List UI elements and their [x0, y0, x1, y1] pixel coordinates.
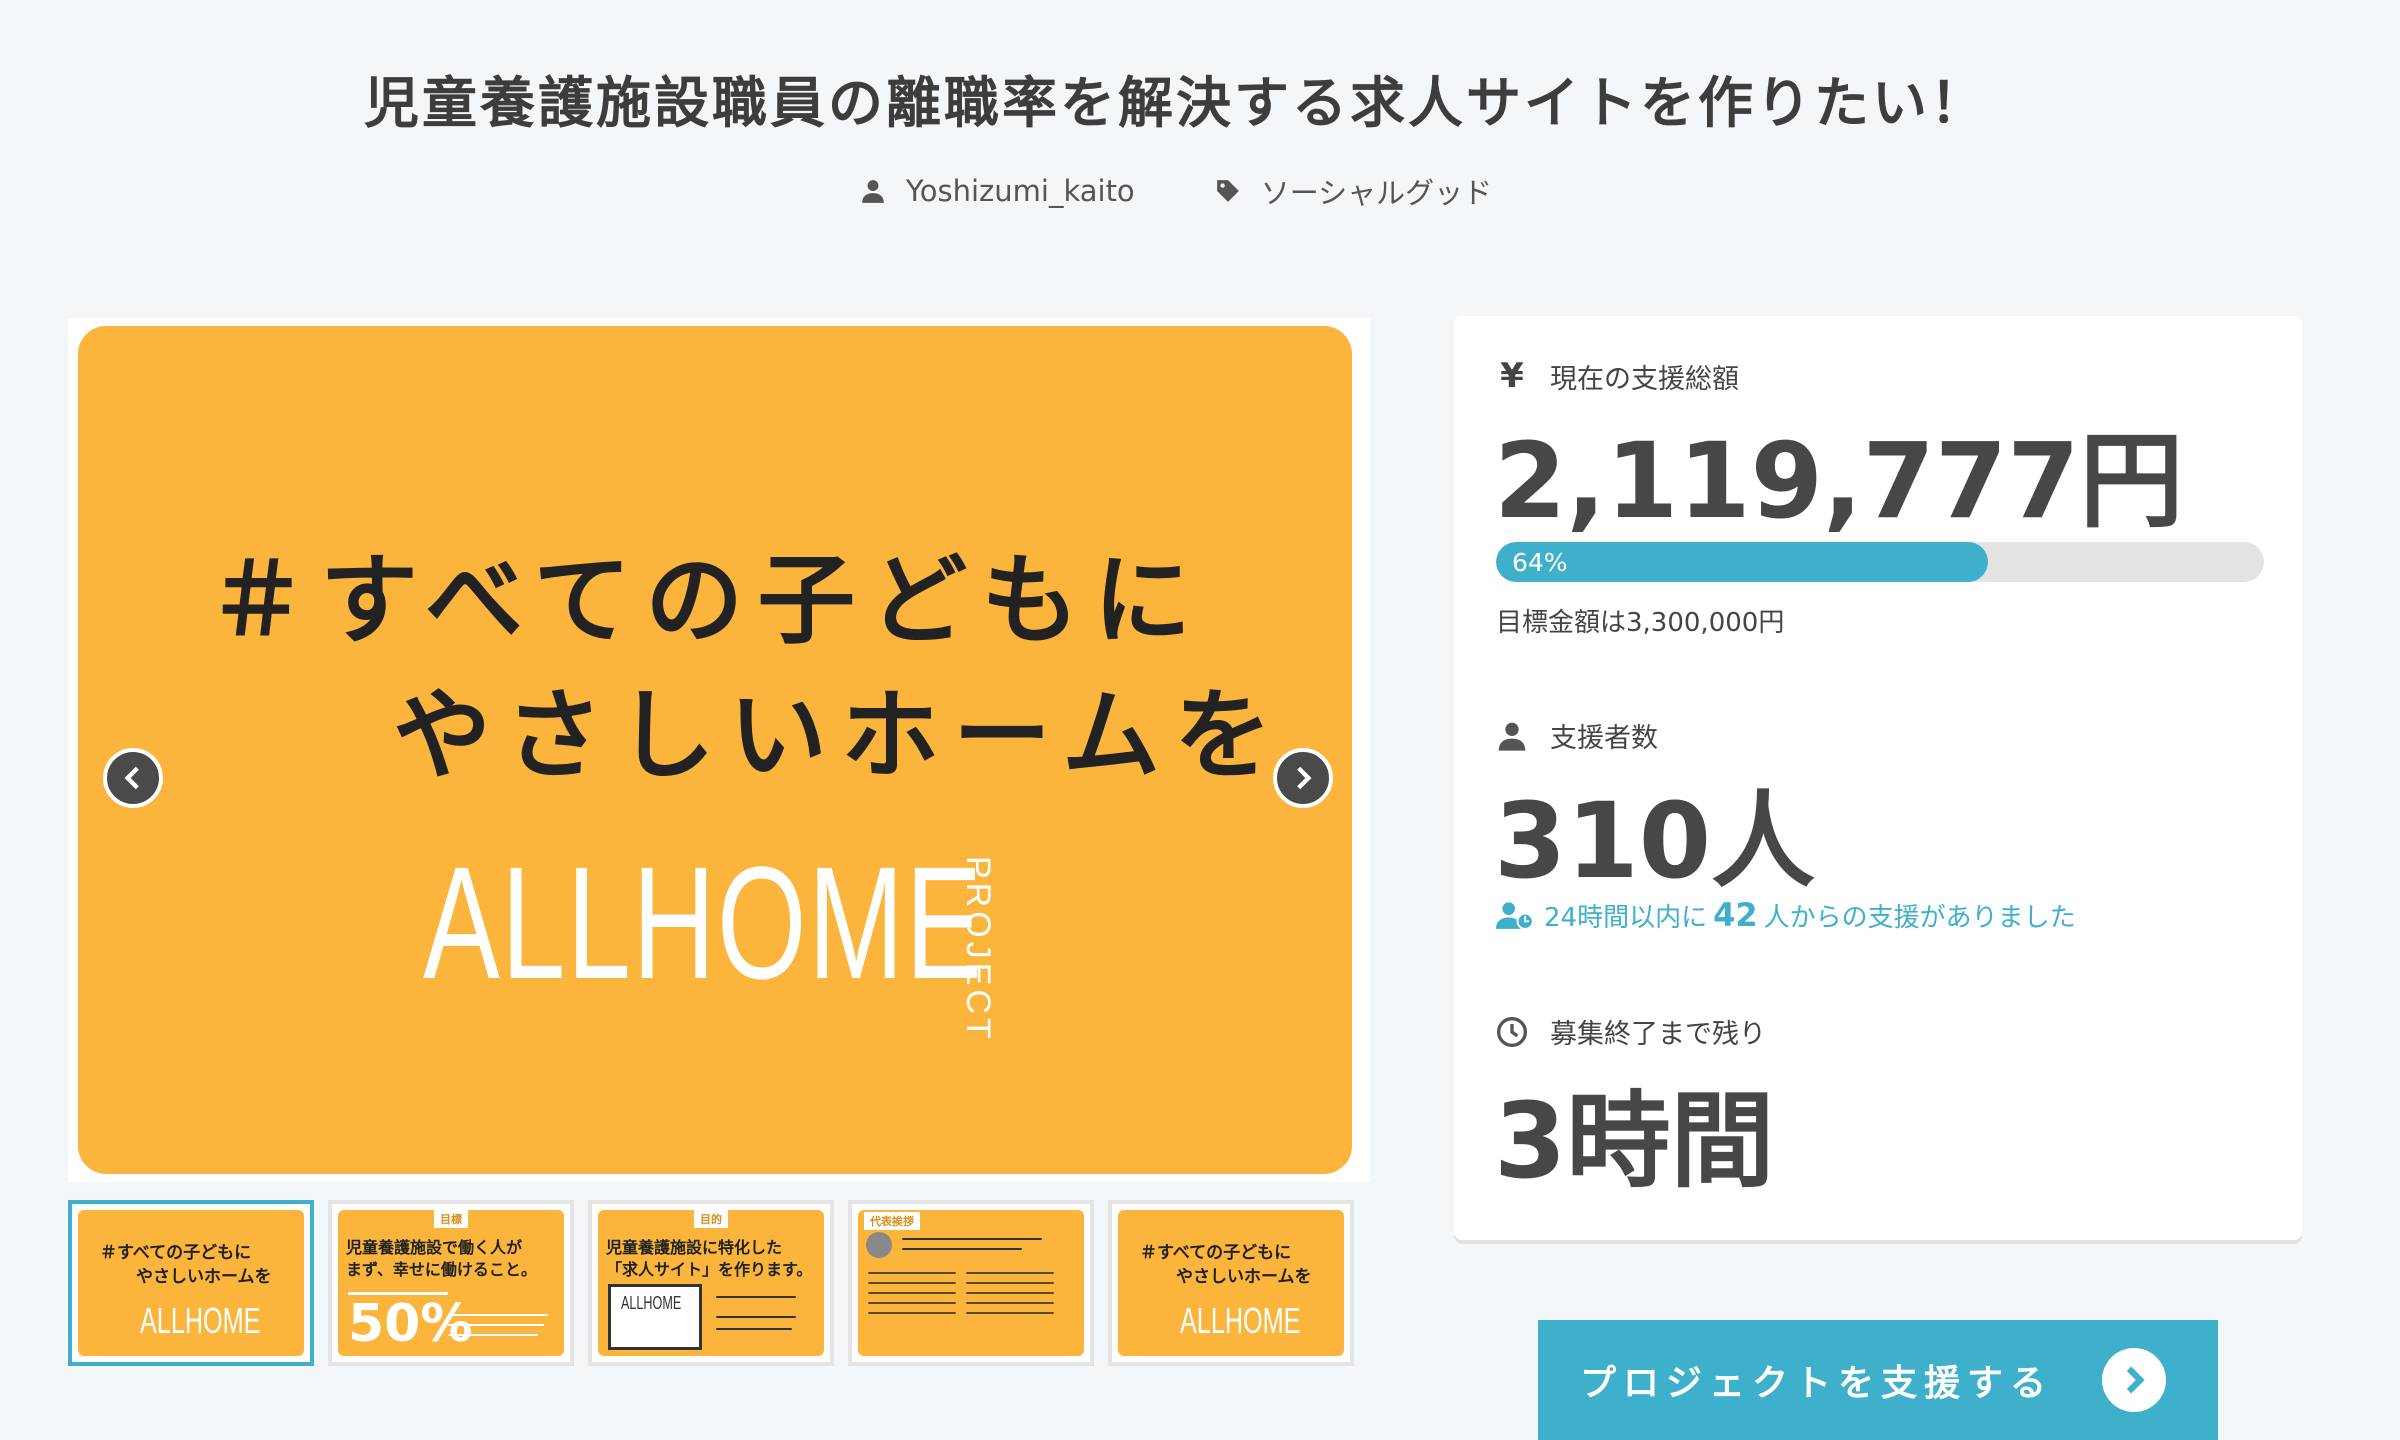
thumb-line-1: ＃すべての子どもに — [1140, 1243, 1292, 1263]
yen-icon: ¥ — [1500, 356, 1524, 396]
clock-icon — [1497, 1016, 1527, 1047]
next-slide-button[interactable] — [1273, 748, 1333, 808]
thumb-text-line — [716, 1296, 796, 1298]
allhome-logo: ALLHOME — [423, 833, 984, 1012]
remaining-label-row: 募集終了まで残り — [1496, 1012, 1766, 1051]
supporters-label-row: 支援者数 — [1496, 716, 1658, 755]
hero-slide: ＃すべての子どもに やさしいホームを ALLHOME PROJECT — [78, 326, 1352, 1174]
thumb-text-line — [966, 1292, 1054, 1294]
amount-label: 現在の支援総額 — [1550, 363, 1739, 395]
thumbnail-strip: ＃すべての子どもに やさしいホームを ALLHOME 目標 児童養護施設で働く人… — [68, 1200, 1354, 1366]
thumb-line-1: ＃すべての子どもに — [100, 1243, 252, 1263]
thumb-text-line — [868, 1302, 956, 1304]
recent-count: 42 — [1713, 896, 1758, 934]
thumb-logo: ALLHOME — [1180, 1300, 1301, 1341]
thumb-text-line — [448, 1314, 548, 1316]
author[interactable]: Yoshizumi_kaito — [860, 170, 1135, 212]
recent-suffix: 人からの支援がありました — [1763, 902, 2076, 933]
thumb-text-line — [868, 1312, 956, 1314]
thumbnail-5[interactable]: ＃すべての子どもに やさしいホームを ALLHOME — [1108, 1200, 1354, 1366]
amount-value: 2,119,777円 — [1494, 420, 2184, 542]
user-icon — [862, 180, 884, 203]
stats-panel: ¥ 現在の支援総額 2,119,777円 64% 目標金額は3,300,000円… — [1454, 316, 2302, 1240]
page-title: 児童養護施設職員の離職率を解決する求人サイトを作りたい！ — [363, 71, 1988, 135]
remaining-label: 募集終了まで残り — [1550, 1019, 1766, 1050]
progress-label: 64% — [1512, 547, 1568, 577]
hero-line-1: ＃すべての子どもに — [208, 544, 1206, 658]
progress-fill: 64% — [1496, 542, 1988, 582]
thumb-text-line — [868, 1282, 956, 1284]
supporters-value: 310人 — [1494, 780, 1816, 902]
category-name: ソーシャルグッド — [1260, 176, 1493, 210]
category[interactable]: ソーシャルグッド — [1215, 170, 1492, 212]
chevron-right-icon — [1297, 766, 1312, 790]
thumb-logo: ALLHOME — [140, 1300, 261, 1341]
thumb-text-line — [966, 1272, 1054, 1274]
thumb-text-line — [868, 1292, 956, 1294]
thumb-line-2: やさしいホームを — [1176, 1267, 1312, 1287]
support-project-button[interactable]: プロジェクトを支援する — [1538, 1320, 2218, 1440]
thumbnail-1[interactable]: ＃すべての子どもに やさしいホームを ALLHOME — [68, 1200, 314, 1366]
thumb-tag: 目的 — [694, 1210, 728, 1228]
avatar — [866, 1232, 892, 1258]
thumb-text-line — [902, 1238, 1042, 1240]
thumb-line-1: 児童養護施設で働く人が — [346, 1238, 523, 1257]
main-image: ＃すべての子どもに やさしいホームを ALLHOME PROJECT — [68, 318, 1370, 1182]
chevron-right-icon — [2102, 1348, 2166, 1412]
recent-supporters: 24時間以内に 42 人からの支援がありました — [1496, 896, 2076, 934]
thumb-text-line — [966, 1312, 1054, 1314]
thumb-line-1: 児童養護施設に特化した — [606, 1238, 783, 1257]
user-icon — [1498, 722, 1526, 751]
author-name: Yoshizumi_kaito — [905, 174, 1135, 208]
remaining-value: 3時間 — [1494, 1080, 1775, 1202]
thumbnail-2[interactable]: 目標 児童養護施設で働く人が まず、幸せに働けること。 50% — [328, 1200, 574, 1366]
user-clock-icon — [1496, 902, 1534, 930]
thumb-tag: 代表挨拶 — [864, 1212, 920, 1230]
goal-text: 目標金額は3,300,000円 — [1496, 608, 1785, 638]
thumb-text-line — [716, 1316, 796, 1318]
prev-slide-button[interactable] — [103, 748, 163, 808]
thumb-line-2: やさしいホームを — [136, 1267, 272, 1287]
thumb-text-line — [448, 1324, 544, 1326]
progress-bar: 64% — [1496, 542, 2264, 582]
thumbnail-4[interactable]: 代表挨拶 — [848, 1200, 1094, 1366]
tag-icon — [1216, 180, 1239, 202]
thumb-text-line — [966, 1282, 1054, 1284]
project-meta: Yoshizumi_kaito ソーシャルグッド — [0, 170, 2352, 212]
thumb-text-line — [966, 1302, 1054, 1304]
thumb-tag: 目標 — [434, 1210, 468, 1228]
thumb-logo: ALLHOME — [621, 1293, 682, 1313]
laptop-illustration: ALLHOME — [608, 1284, 702, 1350]
thumb-line-2: まず、幸せに働けること。 — [346, 1260, 537, 1279]
thumbnail-3[interactable]: 目的 児童養護施設に特化した 「求人サイト」を作ります。 ALLHOME — [588, 1200, 834, 1366]
chevron-left-icon — [124, 766, 139, 790]
thumb-text-line — [716, 1328, 792, 1330]
thumb-text-line — [448, 1334, 538, 1336]
amount-label-row: ¥ 現在の支援総額 — [1496, 356, 1739, 396]
supporters-label: 支援者数 — [1550, 723, 1658, 754]
support-button-label: プロジェクトを支援する — [1580, 1363, 2054, 1404]
thumb-text-line — [868, 1272, 956, 1274]
thumb-line-2: 「求人サイト」を作ります。 — [606, 1260, 813, 1279]
recent-prefix: 24時間以内に — [1544, 902, 1708, 933]
thumb-text-line — [902, 1248, 1022, 1250]
logo-sub: PROJECT — [959, 856, 997, 1043]
hero-line-2: やさしいホームを — [393, 679, 1287, 793]
